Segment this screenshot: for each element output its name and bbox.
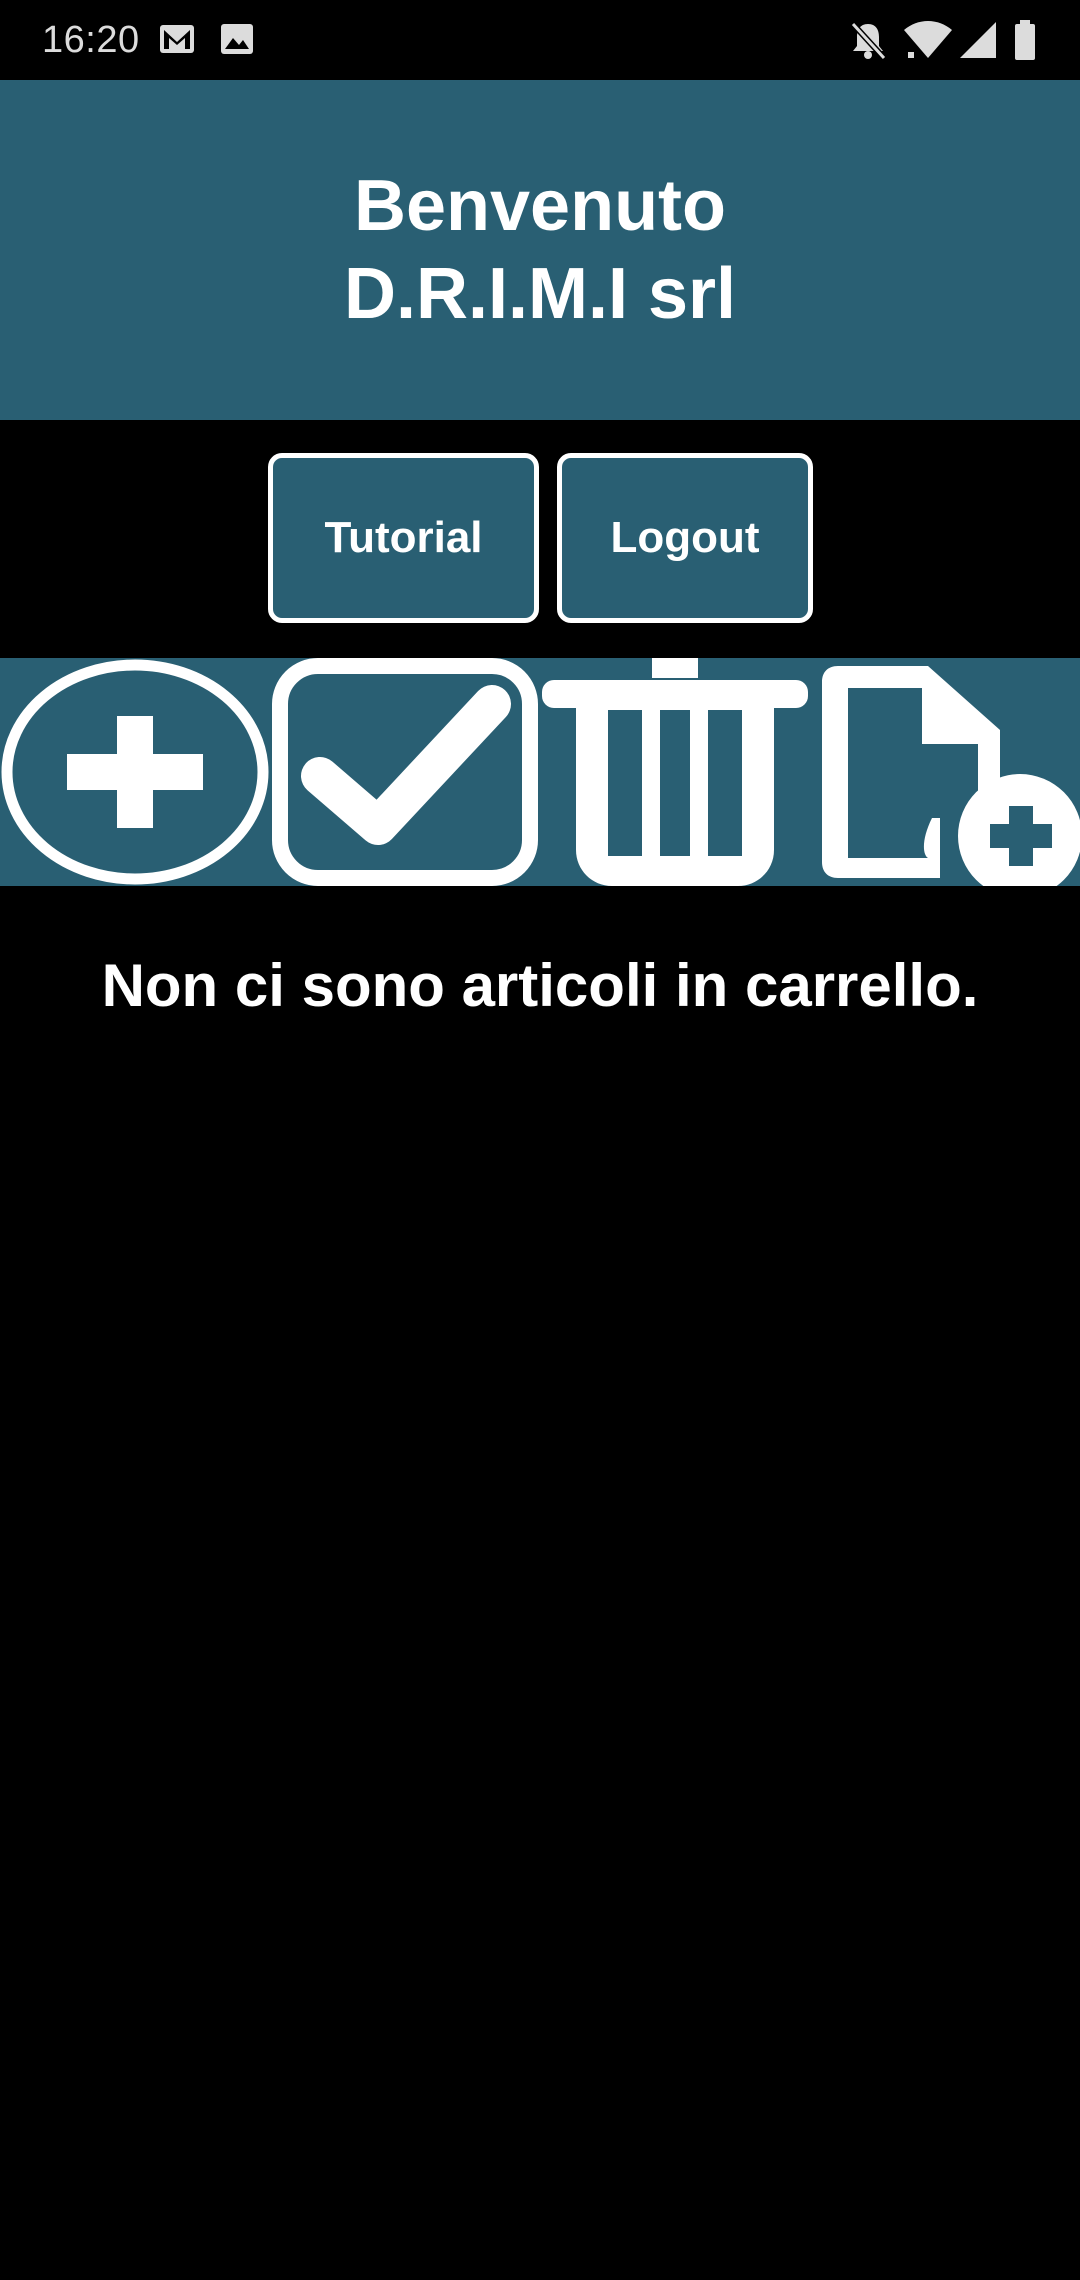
new-document-icon bbox=[822, 666, 1080, 886]
image-icon bbox=[218, 20, 256, 58]
company-name: D.R.I.M.I srl bbox=[343, 254, 737, 334]
add-item-button[interactable] bbox=[0, 658, 270, 886]
checkbox-icon bbox=[272, 658, 538, 886]
empty-cart-message: Non ci sono articoli in carrello. bbox=[101, 952, 979, 1019]
tutorial-button-label: Tutorial bbox=[324, 513, 483, 562]
status-time: 16:20 bbox=[42, 19, 140, 61]
silent-bell-icon bbox=[848, 18, 888, 62]
logout-button[interactable]: Logout bbox=[557, 453, 813, 623]
trash-icon bbox=[542, 658, 808, 886]
delete-cart-button[interactable] bbox=[540, 658, 810, 886]
new-document-button[interactable] bbox=[810, 658, 1080, 886]
status-bar: 16:20 bbox=[0, 0, 1080, 80]
welcome-text: Benvenuto bbox=[353, 166, 727, 246]
wifi-icon bbox=[902, 18, 954, 62]
plus-circle-icon bbox=[1, 659, 269, 885]
welcome-title: Benvenuto D.R.I.M.I srl bbox=[0, 162, 1080, 338]
confirm-order-button[interactable] bbox=[270, 658, 540, 886]
gmail-icon bbox=[158, 20, 196, 58]
welcome-header: Benvenuto D.R.I.M.I srl bbox=[0, 80, 1080, 420]
cart-toolbar bbox=[0, 658, 1080, 886]
tutorial-button[interactable]: Tutorial bbox=[268, 453, 539, 623]
logout-button-label: Logout bbox=[610, 513, 760, 562]
cell-signal-icon bbox=[958, 18, 998, 62]
battery-icon bbox=[1012, 18, 1038, 62]
